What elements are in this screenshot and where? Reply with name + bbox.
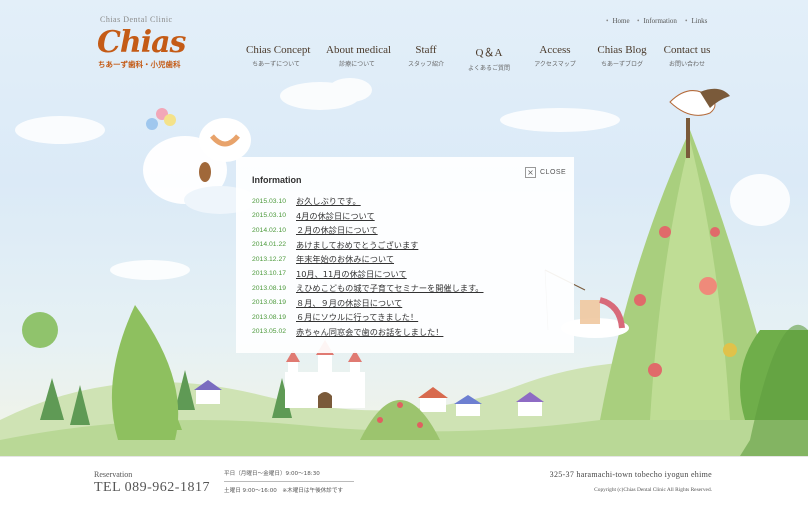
information-panel: Information × CLOSE 2015.03.10 お久しぶりです。 2… (236, 157, 574, 353)
hours-divider (224, 481, 354, 482)
news-date: 2013.05.02 (252, 328, 287, 336)
news-item: 2013.05.02 赤ちゃん同窓会で歯のお話をしました！ (252, 325, 484, 340)
news-item: 2013.08.19 ６月にソウルに行ってきました！ (252, 310, 484, 325)
news-item: 2013.08.19 えひめこどもの城で子育てセミナーを開催します。 (252, 281, 484, 296)
news-link[interactable]: 赤ちゃん同窓会で歯のお話をしました！ (296, 326, 443, 338)
news-date: 2014.01.22 (252, 241, 287, 249)
news-date: 2015.03.10 (252, 197, 287, 205)
clinic-name: Chias Dental Clinic (100, 15, 173, 24)
close-icon[interactable]: × (525, 166, 536, 178)
news-date: 2015.03.10 (252, 212, 287, 220)
util-link-home[interactable]: • Home (606, 17, 630, 25)
news-item: 2013.12.27 年末年始のお休みについて (252, 252, 484, 267)
news-list: 2015.03.10 お久しぶりです。 2015.03.10 4月の休診日について … (252, 194, 484, 339)
news-date: 2013.08.19 (252, 284, 287, 292)
news-date: 2013.08.19 (252, 313, 287, 321)
news-item: 2015.03.10 お久しぶりです。 (252, 194, 484, 209)
news-link[interactable]: お久しぶりです。 (296, 195, 361, 207)
news-link[interactable]: あけましておめでとうございます (296, 239, 418, 251)
news-item: 2014.02.10 ２月の休診日について (252, 223, 484, 238)
news-link[interactable]: ６月にソウルに行ってきました！ (296, 311, 418, 323)
news-link[interactable]: えひめこどもの城で子育てセミナーを開催します。 (296, 282, 484, 294)
nav-staff[interactable]: Staff スタッフ紹介 (404, 44, 448, 68)
close-button[interactable]: × CLOSE (525, 166, 566, 178)
nav-contact-us[interactable]: Contact us お問い合わせ (663, 44, 711, 68)
nav-qa[interactable]: Q＆A よくあるご質問 (466, 44, 512, 72)
logo-subtitle: ちあーず歯科・小児歯科 (98, 60, 181, 69)
news-link[interactable]: 年末年始のお休みについて (296, 253, 394, 265)
news-date: 2013.08.19 (252, 299, 287, 307)
close-label[interactable]: CLOSE (540, 169, 566, 176)
nav-chias-concept[interactable]: Chias Concept ちあーずについて (246, 44, 310, 68)
news-date: 2014.02.10 (252, 226, 287, 234)
news-link[interactable]: ２月の休診日について (296, 224, 378, 236)
hero-illustration: Chias Dental Clinic Chias ちあーず歯科・小児歯科 • H… (0, 0, 808, 456)
util-link-information[interactable]: • Information (637, 17, 677, 25)
reservation-label: Reservation (94, 470, 133, 479)
nav-access[interactable]: Access アクセスマップ (530, 44, 580, 68)
hours-weekend: 土曜日 9:00～16:00 ※木曜日は午後休診です (224, 488, 344, 494)
nav-chias-blog[interactable]: Chias Blog ちあーずブログ (597, 44, 647, 68)
news-link[interactable]: ８月、９月の休診日について (296, 297, 402, 309)
news-link[interactable]: 10月、11月の休診日について (296, 268, 407, 280)
news-link[interactable]: 4月の休診日について (296, 210, 375, 222)
news-date: 2013.12.27 (252, 255, 287, 263)
util-link-links[interactable]: • Links (685, 17, 707, 25)
news-item: 2015.03.10 4月の休診日について (252, 209, 484, 224)
information-title: Information (252, 175, 302, 185)
copyright: Copyright (c)Chias Dental Clinic All Rig… (594, 487, 712, 493)
footer: Reservation TEL 089-962-1817 平日（月曜日～金曜日）… (0, 456, 808, 506)
news-item: 2013.08.19 ８月、９月の休診日について (252, 296, 484, 311)
phone-number[interactable]: TEL 089-962-1817 (94, 480, 210, 496)
nav-about-medical[interactable]: About medical 診療について (326, 44, 391, 68)
hours-weekday: 平日（月曜日～金曜日）9:00～18:30 (224, 471, 320, 477)
news-item: 2014.01.22 あけましておめでとうございます (252, 238, 484, 253)
news-date: 2013.10.17 (252, 270, 287, 278)
news-item: 2013.10.17 10月、11月の休診日について (252, 267, 484, 282)
logo[interactable]: Chias (97, 25, 186, 60)
address: 325-37 haramachi-town tobecho iyogun ehi… (549, 470, 712, 479)
